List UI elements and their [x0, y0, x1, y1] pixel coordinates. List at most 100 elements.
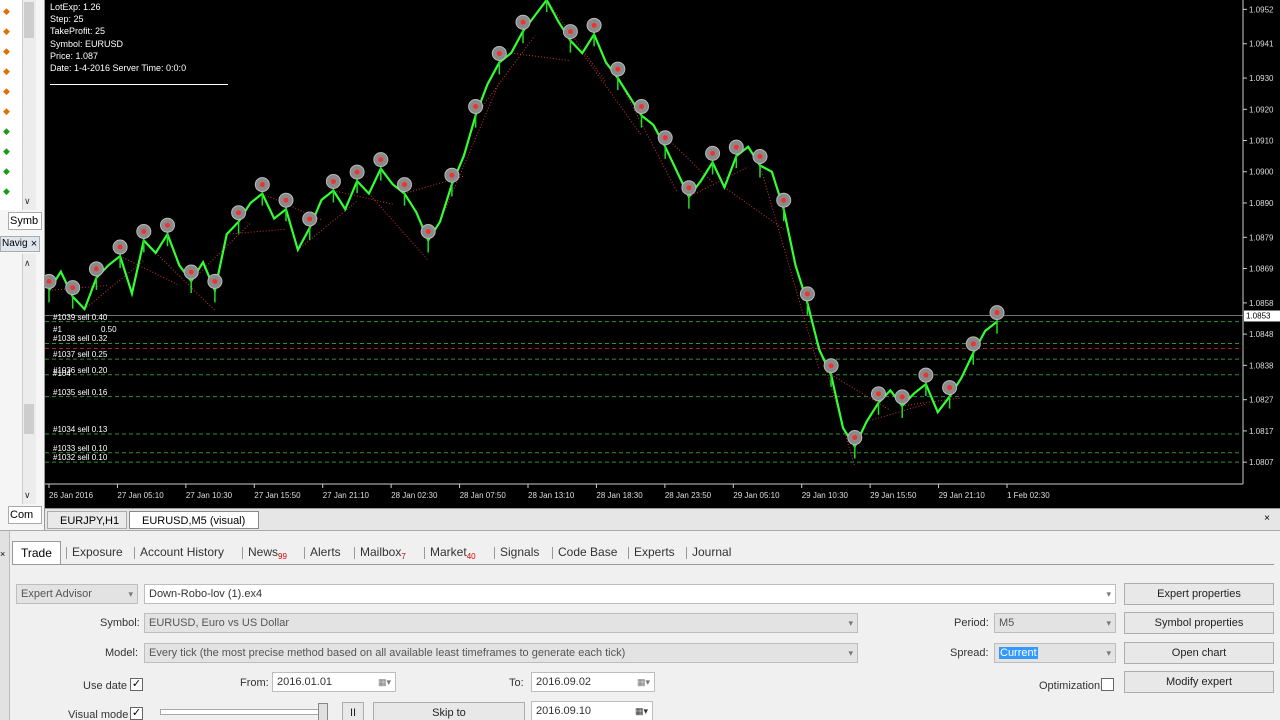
order-label: #1032 sell 0.10: [53, 453, 108, 463]
chevron-down-icon[interactable]: ∨: [24, 490, 31, 501]
expert-advisor-select[interactable]: Down-Robo-lov (1).ex4 ▾: [144, 584, 1116, 604]
calendar-icon[interactable]: ▦▾: [635, 702, 648, 720]
use-date-label: Use date: [83, 680, 128, 692]
terminal-tab-signals[interactable]: Signals: [500, 541, 539, 563]
calendar-icon[interactable]: ▦▾: [637, 673, 650, 691]
chart-tabs-bar: EURJPY,H1 EURUSD,M5 (visual) ×: [45, 508, 1280, 530]
trade-marker-dot: [591, 22, 597, 28]
terminal-tab-alerts[interactable]: Alerts: [310, 541, 341, 563]
optimization-checkbox[interactable]: [1101, 678, 1114, 691]
trade-marker-dot: [520, 19, 526, 25]
tab-separator: [242, 547, 243, 559]
modify-expert-button[interactable]: Modify expert: [1124, 671, 1274, 693]
model-label: Model:: [105, 647, 139, 659]
chart-tab-eurusd[interactable]: EURUSD,M5 (visual): [129, 511, 259, 529]
terminal-tab-account-history[interactable]: Account History: [140, 541, 224, 563]
trade-marker-dot: [757, 153, 763, 159]
chevron-down-icon: ▾: [1106, 589, 1111, 599]
arrow-down-icon: ◆: [3, 46, 10, 56]
info-underline: [50, 84, 228, 85]
terminal-tab-code-base[interactable]: Code Base: [558, 541, 617, 563]
chevron-down-icon[interactable]: ∨: [24, 196, 31, 207]
from-date-value: 2016.01.01: [277, 676, 333, 688]
tester-type-select[interactable]: Expert Advisor ▾: [16, 584, 138, 604]
trade-marker-dot: [923, 372, 929, 378]
pause-button[interactable]: II: [342, 702, 364, 720]
skip-to-button[interactable]: Skip to: [373, 702, 525, 720]
skip-to-date-value: 2016.09.10: [536, 705, 592, 717]
ea-info-line: Price: 1.087: [50, 50, 99, 61]
model-select[interactable]: Every tick (the most precise method base…: [144, 643, 858, 663]
tab-separator: [66, 547, 67, 559]
arrow-down-icon: ◆: [3, 26, 10, 36]
trade-marker-dot: [567, 29, 573, 35]
period-label: Period:: [954, 617, 989, 629]
arrow-up-icon: ◆: [3, 146, 10, 156]
arrow-up-icon: ◆: [3, 126, 10, 136]
terminal-tab-label: Account History: [140, 545, 225, 559]
trade-marker-dot: [947, 385, 953, 391]
close-icon[interactable]: ×: [28, 236, 40, 252]
terminal-tab-experts[interactable]: Experts: [634, 541, 675, 563]
from-date-input[interactable]: 2016.01.01 ▦▾: [272, 672, 396, 692]
close-icon[interactable]: ×: [1264, 513, 1270, 524]
spread-select[interactable]: Current ▾: [994, 643, 1116, 663]
chart-tab-eurjpy[interactable]: EURJPY,H1: [47, 511, 127, 529]
y-tick-label: 1.0848: [1249, 330, 1274, 339]
order-label: #1033 sell 0.10: [53, 443, 108, 453]
y-tick-label: 1.0930: [1249, 74, 1274, 83]
terminal-tab-label: Journal: [692, 545, 732, 559]
trade-marker-dot: [710, 150, 716, 156]
trade-marker-dot: [46, 278, 52, 284]
scrollbar-thumb[interactable]: [24, 404, 34, 434]
model-value: Every tick (the most precise method base…: [149, 647, 626, 659]
close-icon[interactable]: ×: [0, 549, 5, 559]
trade-marker-dot: [781, 197, 787, 203]
trade-marker-dot: [615, 66, 621, 72]
arrow-down-icon: ◆: [3, 6, 10, 16]
expert-advisor-value: Down-Robo-lov (1).ex4: [149, 588, 263, 600]
y-tick-label: 1.0900: [1249, 168, 1274, 177]
open-chart-button[interactable]: Open chart: [1124, 642, 1274, 664]
terminal-tab-trade[interactable]: Trade: [12, 541, 61, 564]
calendar-icon[interactable]: ▦▾: [378, 673, 391, 691]
market-watch-list[interactable]: ◆ ◆ ◆ ◆ ◆ ◆ ◆ ◆ ◆ ◆: [0, 0, 22, 210]
symbol-properties-button[interactable]: Symbol properties: [1124, 612, 1274, 634]
trade-link-line: [511, 52, 571, 62]
terminal-tab-label: Experts: [634, 545, 675, 559]
symbol-select[interactable]: EURUSD, Euro vs US Dollar ▾: [144, 613, 858, 633]
scrollbar-thumb[interactable]: [24, 2, 34, 38]
chart-canvas: 1.0952 1.0941 1.0930 1.0920 1.0910 1.0900 1.08…: [45, 0, 1280, 508]
trade-marker-dot: [425, 228, 431, 234]
trade-marker-dot: [259, 182, 265, 188]
trade-link-line: [226, 228, 287, 235]
to-date-input[interactable]: 2016.09.02 ▦▾: [531, 672, 655, 692]
slider-thumb[interactable]: [318, 703, 328, 720]
tab-badge: 7: [401, 552, 406, 561]
y-tick-label: 1.0858: [1249, 299, 1274, 308]
trade-marker-dot: [354, 169, 360, 175]
visual-speed-slider[interactable]: [160, 709, 328, 715]
tab-separator: [494, 547, 495, 559]
terminal-tab-exposure[interactable]: Exposure: [72, 541, 123, 563]
y-tick-label: 1.0869: [1249, 265, 1274, 274]
use-date-checkbox[interactable]: ✓: [130, 678, 143, 691]
price-chart[interactable]: 1.0952 1.0941 1.0930 1.0920 1.0910 1.0900 1.08…: [45, 0, 1280, 508]
order-label: #1038 sell 0.32: [53, 334, 108, 344]
tab-symbols[interactable]: Symb: [8, 212, 42, 230]
trade-marker-dot: [899, 394, 905, 400]
trade-marker-dot: [852, 435, 858, 441]
tab-common[interactable]: Com: [8, 506, 42, 524]
expert-properties-button[interactable]: Expert properties: [1124, 583, 1274, 605]
navigator-scrollbar[interactable]: [22, 254, 36, 504]
period-select[interactable]: M5 ▾: [994, 613, 1116, 633]
order-label: #1035 sell 0.16: [53, 387, 108, 397]
visual-mode-checkbox[interactable]: ✓: [130, 707, 143, 720]
terminal-tab-journal[interactable]: Journal: [692, 541, 731, 563]
chevron-up-icon[interactable]: ∧: [24, 258, 31, 269]
skip-to-date-input[interactable]: 2016.09.10 ▦▾: [531, 701, 653, 720]
x-tick-label: 27 Jan 10:30: [186, 491, 233, 500]
period-value: M5: [999, 617, 1015, 629]
tab-badge: 40: [466, 552, 476, 561]
left-panel: ◆ ◆ ◆ ◆ ◆ ◆ ◆ ◆ ◆ ◆ ∨ Symb Navig × ∧ ∨ Com: [0, 0, 45, 530]
